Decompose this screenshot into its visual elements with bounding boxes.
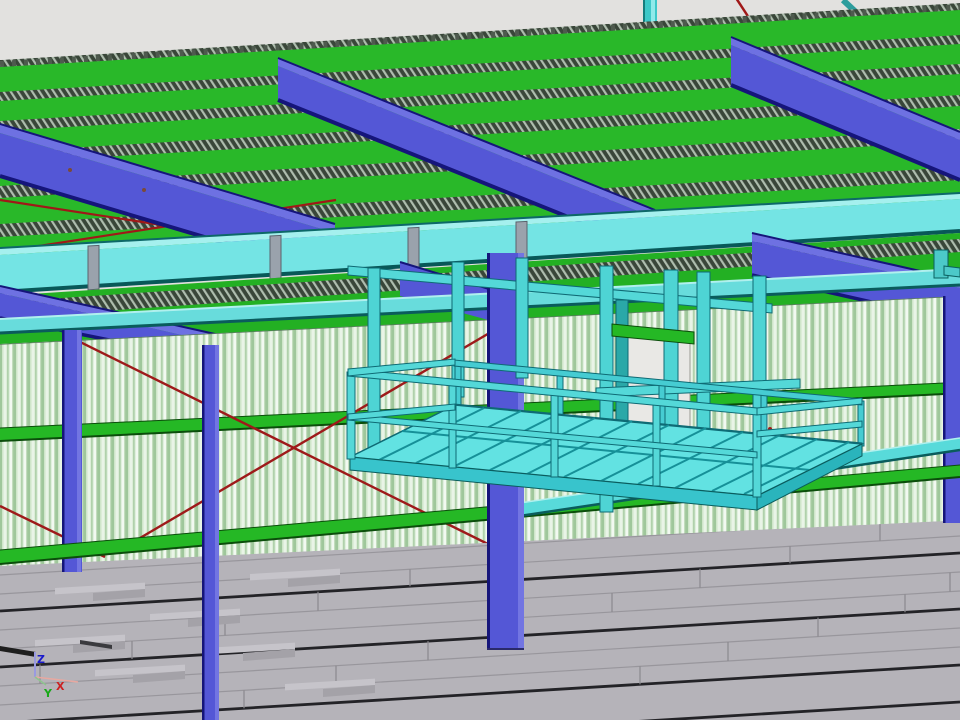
z-axis-label: Z: [37, 653, 45, 666]
column-right-edge[interactable]: [943, 296, 960, 523]
column-left-full-height[interactable]: [202, 345, 219, 720]
y-axis-label: Y: [43, 687, 53, 700]
x-axis-label: X: [56, 680, 65, 693]
corner-column-left[interactable]: [62, 330, 82, 572]
cad-3d-viewport[interactable]: Z X Y: [0, 0, 960, 720]
